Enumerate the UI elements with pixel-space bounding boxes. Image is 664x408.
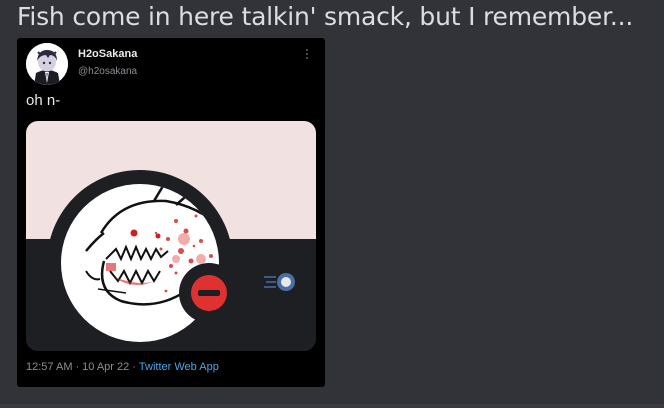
- display-name[interactable]: H2oSakana: [78, 48, 137, 60]
- tweet-embed[interactable]: H2oSakana @h2osakana oh n- 12:57 AM · 10…: [17, 38, 325, 387]
- message-text: Fish come in here talkin' smack, but I r…: [17, 2, 634, 31]
- tweet-meta: 12:57 AM · 10 Apr 22 · Twitter Web App: [26, 361, 219, 373]
- user-avatar[interactable]: [26, 43, 68, 85]
- tweet-time[interactable]: 12:57 AM: [26, 361, 72, 373]
- meta-separator: ·: [132, 361, 136, 373]
- more-options-icon[interactable]: [303, 47, 311, 61]
- meta-separator: ·: [75, 361, 80, 373]
- shark-profile-picture-image: [26, 121, 316, 351]
- tweet-source-link[interactable]: Twitter Web App: [139, 361, 219, 373]
- message-divider: [0, 404, 664, 408]
- tweet-image[interactable]: [26, 121, 316, 351]
- tweet-date[interactable]: 10 Apr 22: [82, 361, 129, 373]
- tweet-text: oh n-: [26, 92, 61, 109]
- user-handle[interactable]: @h2osakana: [78, 66, 137, 77]
- anime-character-avatar-icon: [26, 43, 68, 85]
